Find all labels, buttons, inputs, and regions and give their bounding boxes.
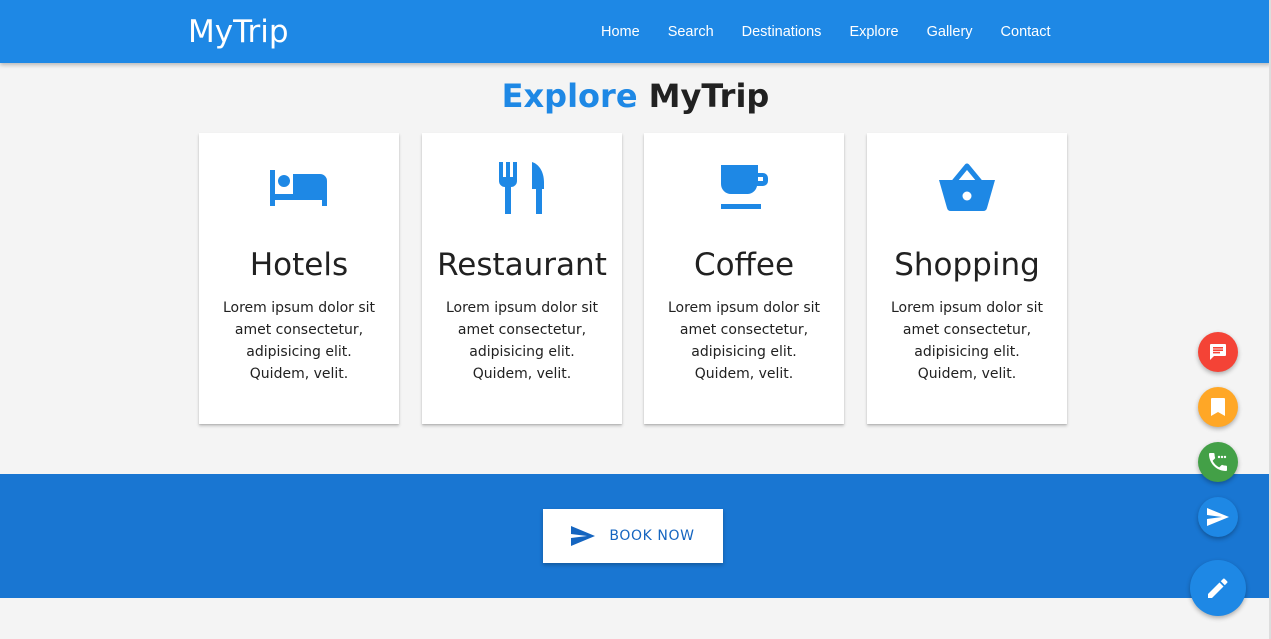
navbar: MyTrip Home Search Destinations Explore …: [0, 0, 1271, 63]
heading-rest: MyTrip: [648, 77, 770, 115]
card-text: Lorem ipsum dolor sit amet consectetur, …: [222, 300, 376, 382]
send-icon: [1207, 508, 1229, 526]
phone-icon: [1209, 453, 1227, 471]
send-fab[interactable]: [1198, 497, 1238, 537]
card-hotels: Hotels Lorem ipsum dolor sit amet consec…: [199, 133, 399, 424]
nav-home[interactable]: Home: [601, 22, 640, 42]
coffee-icon: [644, 158, 844, 218]
nav-search[interactable]: Search: [668, 22, 714, 42]
edit-icon: [1208, 578, 1228, 598]
card-coffee: Coffee Lorem ipsum dolor sit amet consec…: [644, 133, 844, 424]
message-icon: [1210, 344, 1226, 360]
nav-contact[interactable]: Contact: [1001, 22, 1051, 42]
card-shopping: Shopping Lorem ipsum dolor sit amet cons…: [867, 133, 1067, 424]
card-restaurant: Restaurant Lorem ipsum dolor sit amet co…: [422, 133, 622, 424]
card-text: Lorem ipsum dolor sit amet consectetur, …: [667, 300, 821, 382]
shopping-basket-icon: [867, 158, 1067, 218]
card-title: Restaurant: [437, 247, 607, 283]
restaurant-icon: [422, 158, 622, 218]
bookmark-fab[interactable]: [1198, 387, 1238, 427]
book-now-label: BOOK NOW: [609, 528, 695, 544]
book-now-button[interactable]: BOOK NOW: [543, 509, 723, 563]
page: MyTrip Home Search Destinations Explore …: [0, 0, 1271, 639]
message-fab[interactable]: [1198, 332, 1238, 372]
card-title: Shopping: [894, 247, 1040, 283]
nav-destinations[interactable]: Destinations: [742, 22, 822, 42]
bookmark-icon: [1211, 398, 1225, 416]
heading-accent: Explore: [501, 77, 638, 115]
edit-fab[interactable]: [1190, 560, 1246, 616]
brand-logo[interactable]: MyTrip: [188, 13, 289, 51]
nav-gallery[interactable]: Gallery: [927, 22, 973, 42]
send-icon: [571, 526, 596, 546]
nav-links: Home Search Destinations Explore Gallery…: [587, 22, 1065, 42]
card-text: Lorem ipsum dolor sit amet consectetur, …: [445, 300, 599, 382]
card-title: Coffee: [693, 247, 795, 283]
bed-icon: [199, 158, 399, 218]
card-title: Hotels: [249, 247, 349, 283]
phone-fab[interactable]: [1198, 442, 1238, 482]
card-text: Lorem ipsum dolor sit amet consectetur, …: [890, 300, 1044, 382]
section-heading: Explore MyTrip: [0, 76, 1271, 116]
nav-explore[interactable]: Explore: [849, 22, 898, 42]
